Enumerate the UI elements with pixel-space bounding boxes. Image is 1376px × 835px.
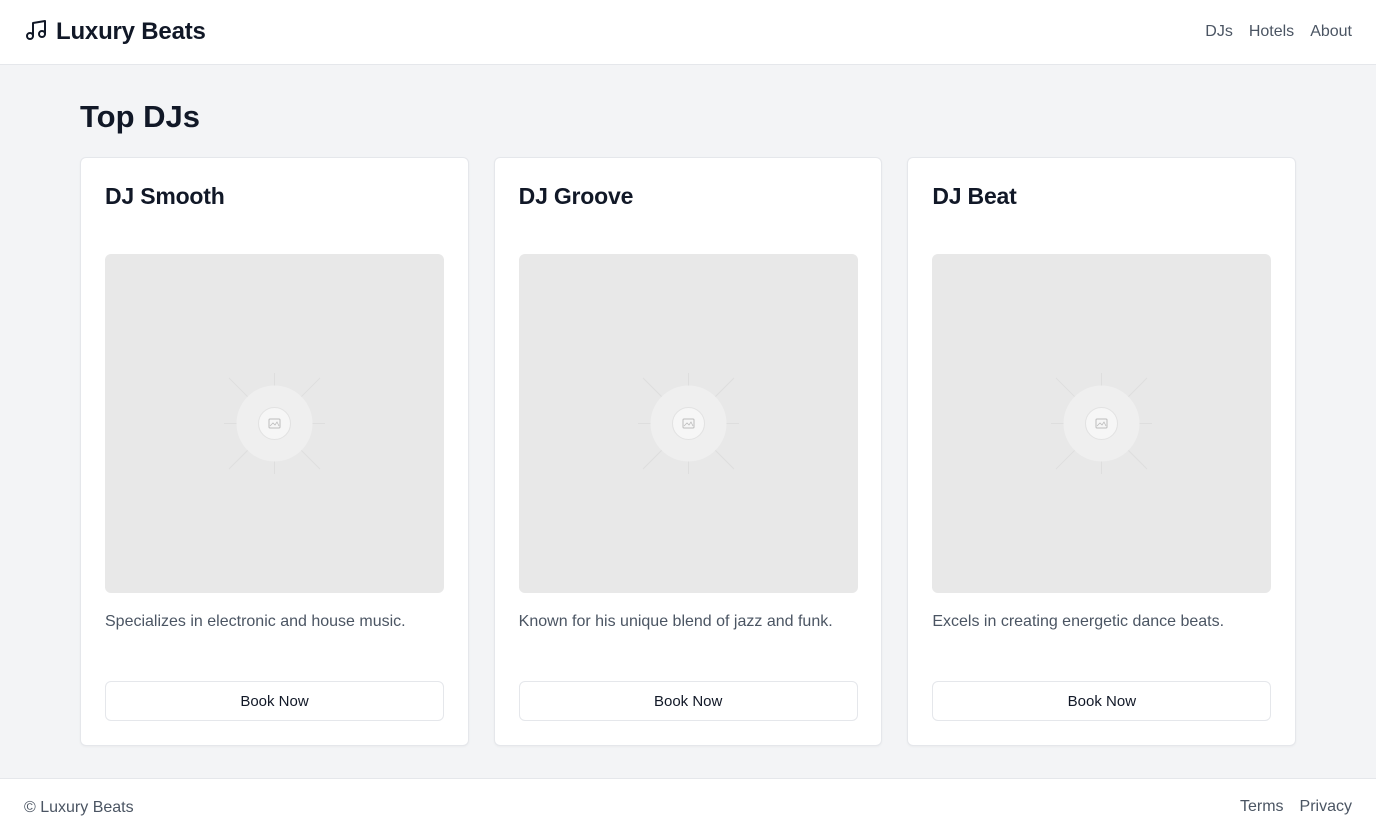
dj-description: Excels in creating energetic dance beats… (932, 613, 1225, 630)
page-title: Top DJs (80, 99, 200, 134)
dj-card: DJ Beat Excels in creating energetic dan… (907, 157, 1297, 746)
dj-description: Specializes in electronic and house musi… (105, 613, 406, 630)
dj-image-placeholder (932, 254, 1272, 593)
image-placeholder-icon (637, 373, 739, 474)
image-placeholder-icon (224, 373, 325, 474)
book-now-button[interactable]: Book Now (518, 681, 858, 721)
top-navbar: Luxury Beats DJs Hotels About (0, 0, 1376, 65)
page-footer: © Luxury Beats Terms Privacy (0, 778, 1376, 835)
footer-links: Terms Privacy (1240, 798, 1352, 816)
dj-name: DJ Smooth (105, 183, 225, 209)
dj-image-placeholder (518, 254, 858, 593)
brand-name: Luxury Beats (56, 18, 206, 45)
brand[interactable]: Luxury Beats (24, 18, 206, 47)
footer-link-privacy[interactable]: Privacy (1300, 798, 1352, 816)
copyright-text: © Luxury Beats (24, 798, 134, 816)
dj-card: DJ Groove Known for his unique blend of … (493, 157, 883, 746)
book-now-button[interactable]: Book Now (932, 681, 1272, 721)
dj-name: DJ Groove (518, 183, 634, 209)
dj-image-placeholder (105, 254, 444, 593)
main-content: Top DJs DJ Smooth Specializes in electro… (80, 65, 1297, 746)
dj-name: DJ Beat (932, 183, 1017, 209)
image-placeholder-icon (1051, 373, 1153, 474)
main-nav: DJs Hotels About (1205, 23, 1352, 41)
nav-link-hotels[interactable]: Hotels (1249, 23, 1294, 41)
dj-card-list: DJ Smooth Specializes in electronic and … (80, 157, 1297, 746)
dj-description: Known for his unique blend of jazz and f… (518, 613, 833, 630)
book-now-button[interactable]: Book Now (105, 681, 444, 721)
music-note-icon (24, 18, 48, 47)
nav-link-djs[interactable]: DJs (1205, 23, 1233, 41)
footer-link-terms[interactable]: Terms (1240, 798, 1284, 816)
nav-link-about[interactable]: About (1310, 23, 1352, 41)
dj-card: DJ Smooth Specializes in electronic and … (80, 157, 469, 746)
